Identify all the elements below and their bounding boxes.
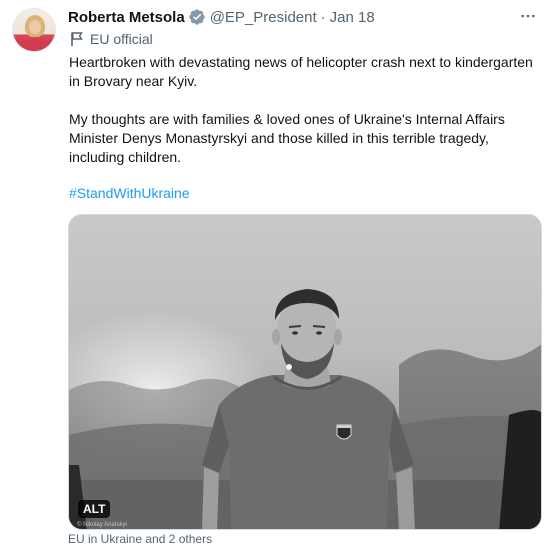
verified-badge-icon — [188, 8, 206, 26]
tweet-header: Roberta Metsola @EP_President · Jan 18 — [68, 7, 375, 27]
tweet-date[interactable]: Jan 18 — [330, 9, 375, 26]
tweet-card: Roberta Metsola @EP_President · Jan 18 E… — [0, 0, 556, 546]
hashtag-link[interactable]: #StandWithUkraine — [69, 184, 190, 203]
author-name[interactable]: Roberta Metsola — [68, 9, 185, 26]
separator-dot: · — [320, 8, 326, 26]
flag-icon — [70, 31, 84, 47]
affiliation-label: EU official — [70, 30, 153, 48]
avatar-body — [19, 39, 51, 51]
affiliation-text: EU official — [90, 31, 153, 47]
more-options-icon[interactable] — [516, 6, 540, 26]
avatar-face — [29, 20, 41, 34]
alt-text-button[interactable]: ALT — [78, 500, 111, 518]
tweet-paragraph-1: Heartbroken with devastating news of hel… — [69, 54, 533, 89]
tweet-photo[interactable]: ALT © Nikolay Anatskyi — [68, 214, 542, 530]
tweet-text: Heartbroken with devastating news of hel… — [69, 53, 545, 167]
avatar[interactable] — [12, 8, 56, 52]
photo-credit: © Nikolay Anatskyi — [77, 522, 127, 528]
author-handle[interactable]: @EP_President — [210, 9, 317, 26]
photo-image — [69, 215, 541, 529]
tweet-paragraph-2: My thoughts are with families & loved on… — [69, 111, 505, 165]
